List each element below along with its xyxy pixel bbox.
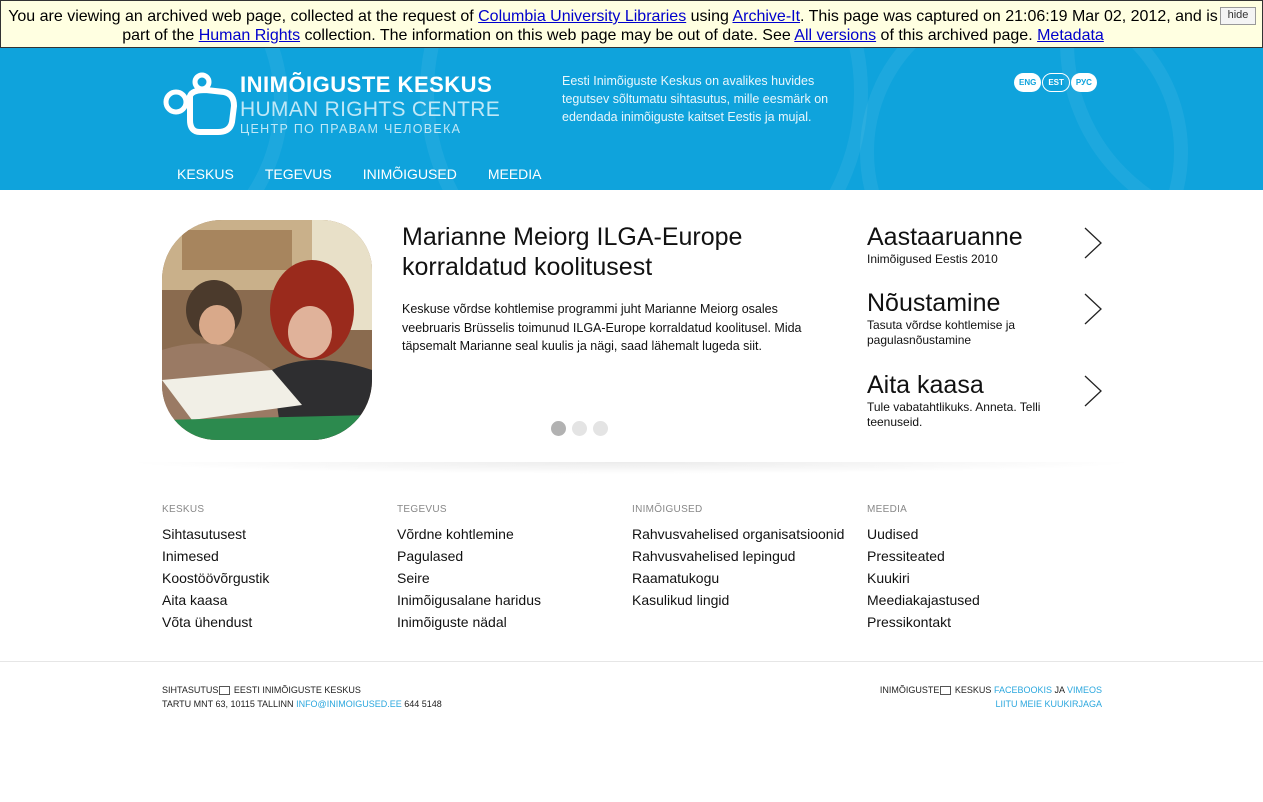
archive-text-5: of this archived page. [876, 27, 1038, 44]
footer-phone: 644 5148 [401, 699, 442, 709]
side-box-subtitle: Inimõigused Eestis 2010 [867, 252, 998, 266]
slider-dot-3[interactable] [593, 421, 608, 436]
sitemap-link[interactable]: Uudised [867, 523, 1097, 545]
lang-eng[interactable]: ENG [1014, 73, 1042, 92]
archive-notice: You are viewing an archived web page, co… [7, 7, 1219, 45]
sitemap-link[interactable]: Seire [397, 567, 627, 589]
sitemap-link[interactable]: Raamatukogu [632, 567, 862, 589]
site-logo[interactable]: INIMÕIGUSTE KESKUS HUMAN RIGHTS CENTRE Ц… [162, 72, 500, 138]
sitemap-link[interactable]: Pressikontakt [867, 611, 1097, 633]
side-box-aita-kaasa[interactable]: Aita kaasa Tule vabatahtlikuks. Anneta. … [867, 370, 1103, 429]
archive-text-2: using [686, 8, 733, 25]
sitemap-heading: KESKUS [162, 504, 205, 515]
hide-button[interactable]: hide [1220, 7, 1256, 25]
logo-subtitle-en: HUMAN RIGHTS CENTRE [240, 98, 501, 121]
sitemap-heading: TEGEVUS [397, 504, 447, 515]
sitemap-col-keskus: KESKUS Sihtasutusest Inimesed Koostöövõr… [162, 504, 392, 633]
logo-subtitle-ru: ЦЕНТР ПО ПРАВАМ ЧЕЛОВЕКА [240, 122, 462, 136]
human-rights-collection-link[interactable]: Human Rights [199, 27, 300, 44]
logo-title: INIMÕIGUSTE KESKUS [240, 72, 493, 97]
metadata-link[interactable]: Metadata [1037, 27, 1104, 44]
archive-it-link[interactable]: Archive-It [732, 8, 800, 25]
side-box-title: Aita kaasa [867, 371, 984, 399]
site-header: INIMÕIGUSTE KESKUS HUMAN RIGHTS CENTRE Ц… [0, 48, 1263, 190]
sitemap-heading: INIMÕIGUSED [632, 504, 703, 515]
chevron-right-icon[interactable] [1083, 226, 1103, 260]
side-box-title: Nõustamine [867, 289, 1001, 317]
sitemap-link[interactable]: Meediakajastused [867, 589, 1097, 611]
footer-social-line: INIMÕIGUSTE KESKUS FACEBOOKIS JA VIMEOS [880, 683, 1102, 697]
feature-text: Keskuse võrdse kohtlemise programmi juht… [402, 302, 802, 353]
nav-meedia[interactable]: MEEDIA [488, 166, 542, 182]
columbia-link[interactable]: Columbia University Libraries [478, 8, 686, 25]
slider-dot-2[interactable] [572, 421, 587, 436]
section-divider-shadow [120, 462, 1143, 474]
facebook-link[interactable]: FACEBOOKIS [994, 685, 1052, 695]
side-box-noustamine[interactable]: Nõustamine Tasuta võrdse kohtlemise ja p… [867, 288, 1103, 347]
footer-divider [0, 661, 1263, 662]
sitemap-link[interactable]: Inimesed [162, 545, 392, 567]
footer-org-prefix: SIHTASUTUS [162, 685, 219, 695]
sitemap-link[interactable]: Inimõigusalane haridus [397, 589, 627, 611]
chevron-right-icon[interactable] [1083, 292, 1103, 326]
archive-text-1: You are viewing an archived web page, co… [8, 8, 479, 25]
all-versions-link[interactable]: All versions [794, 27, 876, 44]
footer-email-link[interactable]: INFO@INIMOIGUSED.EE [296, 699, 402, 709]
nav-tegevus[interactable]: TEGEVUS [265, 166, 332, 182]
sitemap-link[interactable]: Inimõiguste nädal [397, 611, 627, 633]
footer-and: JA [1051, 685, 1067, 695]
archive-text-4: collection. The information on this web … [300, 27, 795, 44]
footer-org-line: SIHTASUTUS EESTI INIMÕIGUSTE KESKUS [162, 683, 442, 697]
feature-photo[interactable] [162, 220, 372, 440]
newsletter-link[interactable]: LIITU MEIE KUUKIRJAGA [995, 699, 1102, 709]
side-box-title: Aastaaruanne [867, 223, 1023, 251]
logo-icon [163, 72, 238, 135]
nav-inimoigused[interactable]: INIMÕIGUSED [363, 166, 457, 182]
sitemap-link[interactable]: Kuukiri [867, 567, 1097, 589]
lang-est[interactable]: EST [1042, 73, 1070, 92]
chevron-right-icon[interactable] [1083, 374, 1103, 408]
sitemap-link[interactable]: Koostöövõrgustik [162, 567, 392, 589]
slider-dot-1[interactable] [551, 421, 566, 436]
language-switcher: ENG EST РУС [1014, 72, 1098, 94]
sitemap-link[interactable]: Võta ühendust [162, 611, 392, 633]
sitemap-link[interactable]: Pressiteated [867, 545, 1097, 567]
side-box-aastaaruanne[interactable]: Aastaaruanne Inimõigused Eestis 2010 [867, 222, 1103, 267]
nav-keskus[interactable]: KESKUS [177, 166, 234, 182]
footer-contact-line: TARTU MNT 63, 10115 TALLINN INFO@INIMOIG… [162, 697, 442, 711]
placeholder-glyph-icon [219, 686, 231, 696]
footer-social-text: KESKUS [952, 685, 994, 695]
slider-dots [551, 421, 614, 441]
lang-rus[interactable]: РУС [1070, 73, 1097, 92]
sitemap-link[interactable]: Aita kaasa [162, 589, 392, 611]
sitemap-col-tegevus: TEGEVUS Võrdne kohtlemine Pagulased Seir… [397, 504, 627, 633]
footer-social: INIMÕIGUSTE KESKUS FACEBOOKIS JA VIMEOS … [880, 683, 1102, 711]
sitemap-link[interactable]: Sihtasutusest [162, 523, 392, 545]
footer-org-name: EESTI INIMÕIGUSTE KESKUS [231, 685, 361, 695]
header-intro: Eesti Inimõiguste Keskus on avalikes huv… [562, 74, 829, 124]
footer-street: TARTU MNT 63, 10115 TALLINN [162, 699, 297, 709]
footer-social-prefix: INIMÕIGUSTE [879, 685, 940, 695]
sitemap-heading: MEEDIA [867, 504, 908, 515]
sitemap-col-meedia: MEEDIA Uudised Pressiteated Kuukiri Meed… [867, 504, 1097, 633]
side-box-subtitle: Tule vabatahtlikuks. Anneta. Telli teenu… [867, 400, 1041, 429]
sitemap-link[interactable]: Võrdne kohtlemine [397, 523, 627, 545]
main-nav: KESKUS TEGEVUS INIMÕIGUSED MEEDIA [162, 166, 558, 186]
archive-banner: You are viewing an archived web page, co… [0, 0, 1263, 48]
footer-address: SIHTASUTUS EESTI INIMÕIGUSTE KESKUS TART… [162, 683, 442, 711]
sitemap-link[interactable]: Rahvusvahelised lepingud [632, 545, 862, 567]
sitemap-link[interactable]: Pagulased [397, 545, 627, 567]
placeholder-glyph-icon [940, 686, 952, 696]
feature-photo-image [162, 220, 372, 440]
sitemap-link[interactable]: Kasulikud lingid [632, 589, 862, 611]
side-box-subtitle: Tasuta võrdse kohtlemise ja pagulasnõust… [867, 318, 1016, 347]
sitemap-col-inimoigused: INIMÕIGUSED Rahvusvahelised organisatsio… [632, 504, 862, 611]
feature-title[interactable]: Marianne Meiorg ILGA-Europe korraldatud … [402, 222, 822, 282]
vimeo-link[interactable]: VIMEOS [1067, 685, 1102, 695]
sitemap-link[interactable]: Rahvusvahelised organisatsioonid [632, 523, 862, 545]
